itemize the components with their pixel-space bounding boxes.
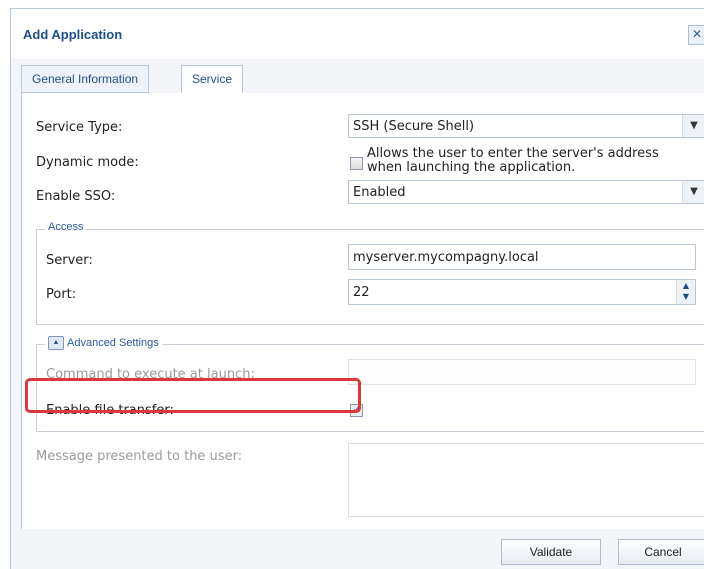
enable-sso-select[interactable]: Enabled ▼ <box>348 180 704 204</box>
collapse-up-icon[interactable]: ▲ <box>48 336 64 350</box>
server-label: Server: <box>46 253 93 268</box>
enable-sso-label: Enable SSO: <box>36 189 116 204</box>
spinner-arrows-icon[interactable]: ▲ ▼ <box>676 280 695 304</box>
dynamic-mode-description-line2: when launching the application. <box>367 160 576 175</box>
tab-service[interactable]: Service <box>181 65 244 94</box>
dialog-titlebar: Add Application ✕ <box>11 9 704 59</box>
add-application-dialog: Add Application ✕ General Information Se… <box>10 8 704 569</box>
access-legend: Access <box>45 221 87 233</box>
message-textarea[interactable] <box>348 443 704 517</box>
service-type-label: Service Type: <box>36 120 123 135</box>
command-input[interactable] <box>348 359 696 385</box>
tab-general-information[interactable]: General Information <box>21 65 150 93</box>
dynamic-mode-checkbox[interactable] <box>350 157 363 170</box>
service-type-select[interactable]: SSH (Secure Shell) ▼ <box>348 114 704 138</box>
cancel-button[interactable]: Cancel <box>618 539 704 565</box>
service-panel: Service Type: SSH (Secure Shell) ▼ Dynam… <box>21 93 704 529</box>
message-label: Message presented to the user: <box>36 449 243 464</box>
enable-sso-value: Enabled <box>353 185 406 200</box>
chevron-down-icon: ▼ <box>682 115 704 137</box>
close-icon[interactable]: ✕ <box>688 25 704 45</box>
advanced-settings-legend[interactable]: ▲ Advanced Settings <box>45 336 162 350</box>
validate-button[interactable]: Validate <box>501 539 601 565</box>
advanced-settings-label: Advanced Settings <box>67 336 159 349</box>
port-value: 22 <box>353 285 370 300</box>
server-value: myserver.mycompagny.local <box>353 250 539 265</box>
highlight-box <box>25 378 361 413</box>
server-input[interactable]: myserver.mycompagny.local <box>348 244 696 270</box>
service-type-value: SSH (Secure Shell) <box>353 119 475 134</box>
port-label: Port: <box>46 287 77 302</box>
dynamic-mode-label: Dynamic mode: <box>36 155 139 170</box>
tab-strip: General Information Service <box>21 65 704 94</box>
port-stepper[interactable]: 22 ▲ ▼ <box>348 279 696 305</box>
chevron-down-icon: ▼ <box>682 181 704 203</box>
dynamic-mode-description-line1: Allows the user to enter the server's ad… <box>367 146 659 161</box>
dialog-title: Add Application <box>23 27 123 42</box>
